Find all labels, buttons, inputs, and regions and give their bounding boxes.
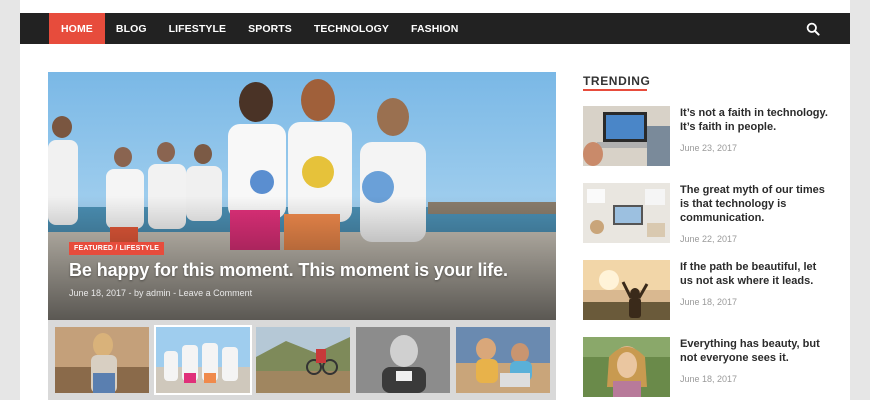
trending-item: If the path be beautiful, let us not ask… <box>583 260 833 322</box>
trending-heading: TRENDING <box>583 74 651 88</box>
featured-post[interactable]: FEATURED / LIFESTYLE Be happy for this m… <box>48 72 556 320</box>
thumbnail-5[interactable] <box>456 327 550 393</box>
nav-item-blog[interactable]: BLOG <box>105 13 158 44</box>
trending-thumbnail[interactable] <box>583 183 670 243</box>
category-badge[interactable]: FEATURED / LIFESTYLE <box>69 242 165 255</box>
trending-title[interactable]: It’s not a faith in technology. It’s fai… <box>680 106 830 134</box>
trending-thumbnail[interactable] <box>583 106 670 166</box>
trending-title[interactable]: If the path be beautiful, let us not ask… <box>680 260 830 288</box>
featured-image <box>48 72 556 320</box>
trending-thumbnail[interactable] <box>583 260 670 320</box>
search-icon[interactable] <box>806 22 820 36</box>
thumbnail-1[interactable] <box>55 327 149 393</box>
trending-item: It’s not a faith in technology. It’s fai… <box>583 106 833 168</box>
nav-item-sports[interactable]: SPORTS <box>237 13 303 44</box>
main-navigation: HOME BLOG LIFESTYLE SPORTS TECHNOLOGY FA… <box>20 13 850 44</box>
trending-item: Everything has beauty, but not everyone … <box>583 337 833 399</box>
thumbnail-3[interactable] <box>256 327 350 393</box>
heading-underline <box>583 89 647 91</box>
trending-thumbnail[interactable] <box>583 337 670 397</box>
trending-date: June 18, 2017 <box>680 374 738 384</box>
featured-meta: June 18, 2017 - by admin - Leave a Comme… <box>69 288 253 298</box>
trending-item: The great myth of our times is that tech… <box>583 183 833 245</box>
trending-title[interactable]: The great myth of our times is that tech… <box>680 183 830 225</box>
nav-item-technology[interactable]: TECHNOLOGY <box>303 13 400 44</box>
featured-title[interactable]: Be happy for this moment. This moment is… <box>69 260 508 281</box>
nav-item-fashion[interactable]: FASHION <box>400 13 469 44</box>
featured-thumbnails <box>48 320 556 400</box>
thumbnail-4[interactable] <box>356 327 450 393</box>
nav-item-home[interactable]: HOME <box>49 13 105 44</box>
nav-item-lifestyle[interactable]: LIFESTYLE <box>158 13 238 44</box>
trending-date: June 22, 2017 <box>680 234 738 244</box>
trending-title[interactable]: Everything has beauty, but not everyone … <box>680 337 830 365</box>
trending-date: June 18, 2017 <box>680 297 738 307</box>
thumbnail-2[interactable] <box>154 325 252 395</box>
trending-date: June 23, 2017 <box>680 143 738 153</box>
